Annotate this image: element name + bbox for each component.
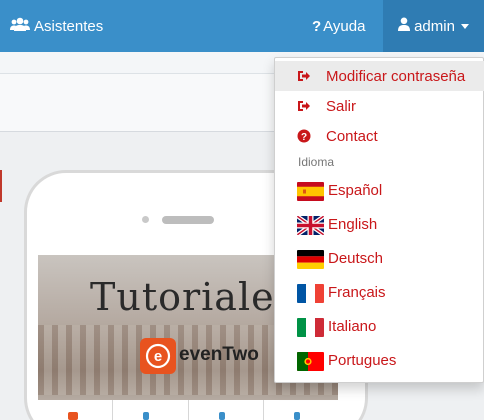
flag-portugal-icon: [297, 352, 324, 371]
app-tab-2[interactable]: [113, 400, 189, 420]
app-tab-4[interactable]: [264, 400, 338, 420]
nav-ayuda[interactable]: ? Ayuda: [312, 0, 365, 52]
app-tab-bar: [38, 400, 338, 420]
menu-item-contact[interactable]: ? Contact: [275, 121, 484, 151]
menu-item-modificar-contrasena[interactable]: Modificar contraseña: [275, 61, 484, 91]
language-section-header: Idioma: [298, 155, 335, 169]
language-option-espanol[interactable]: Español: [275, 176, 484, 206]
nav-admin-label: admin: [414, 17, 455, 35]
language-option-deutsch[interactable]: Deutsch: [275, 244, 484, 274]
sign-out-icon: [298, 71, 310, 81]
menu-item-salir[interactable]: Salir: [275, 91, 484, 121]
language-option-english[interactable]: English: [275, 210, 484, 240]
language-option-francais[interactable]: Français: [275, 278, 484, 308]
phone-camera: [142, 216, 149, 223]
nav-asistentes[interactable]: Asistentes: [10, 0, 103, 52]
flag-france-icon: [297, 284, 324, 303]
top-navbar: Asistentes ? Ayuda admin: [0, 0, 484, 52]
app-banner-title: Tutoriales: [90, 275, 296, 319]
eventwo-logo-text: evenTwo: [179, 344, 259, 365]
menu-item-label: Contact: [326, 127, 378, 145]
flag-italy-icon: [297, 318, 324, 337]
logo-letter: e: [154, 348, 162, 365]
menu-item-label: Modificar contraseña: [326, 67, 466, 85]
menu-item-label: Salir: [326, 97, 357, 115]
users-icon: [10, 17, 30, 35]
flag-germany-icon: [297, 250, 324, 269]
language-label: English: [328, 216, 378, 233]
app-tab-3[interactable]: [189, 400, 264, 420]
eventwo-logo-icon: e: [140, 338, 176, 374]
app-tab-1[interactable]: [38, 400, 114, 420]
eventwo-logo-mark: e: [145, 343, 171, 369]
flag-spain-icon: [297, 182, 324, 201]
user-icon: [398, 17, 411, 35]
left-accent-rule: [0, 170, 2, 202]
language-label: Français: [328, 284, 386, 301]
language-label: Italiano: [328, 318, 377, 335]
nav-ayuda-label: Ayuda: [323, 17, 366, 35]
question-icon: ?: [312, 17, 322, 35]
nav-asistentes-label: Asistentes: [34, 17, 104, 35]
svg-text:?: ?: [301, 132, 307, 143]
caret-down-icon: [460, 23, 469, 29]
phone-speaker: [162, 216, 214, 224]
language-option-italiano[interactable]: Italiano: [275, 312, 484, 342]
admin-dropdown-menu: Modificar contraseña Salir ? Contact Idi…: [274, 57, 484, 383]
sign-out-icon: [298, 101, 310, 111]
language-label: Deutsch: [328, 250, 384, 267]
flag-uk-icon: [297, 216, 324, 235]
language-label: Portugues: [328, 352, 397, 369]
language-label: Español: [328, 182, 383, 199]
nav-admin-dropdown-toggle[interactable]: admin: [383, 0, 484, 52]
question-circle-icon: ?: [297, 129, 311, 143]
language-option-portugues[interactable]: Portugues: [275, 346, 484, 376]
